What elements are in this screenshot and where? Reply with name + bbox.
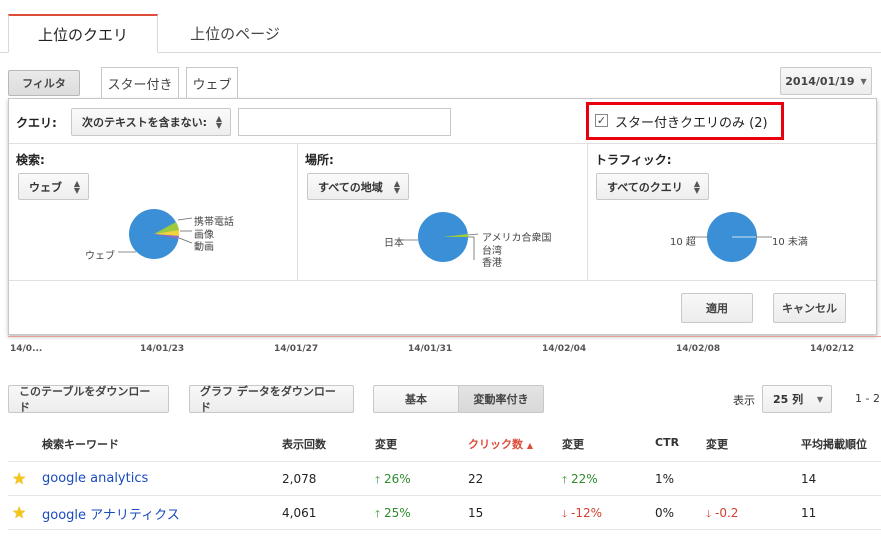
- imp-change-value: 26%: [384, 472, 411, 486]
- search-type-value: ウェブ: [29, 180, 62, 194]
- col-header-clicks[interactable]: クリック数 ▲: [468, 436, 533, 452]
- click-change-cell: 🡓 -12%: [562, 506, 602, 524]
- ctr-change-value: -0.2: [715, 506, 739, 520]
- arrow-down-icon: 🡓: [706, 509, 712, 520]
- query-label: クエリ:: [16, 116, 57, 130]
- view-basic-button[interactable]: 基本: [373, 385, 459, 413]
- traffic-label: トラフィック:: [595, 153, 672, 167]
- tab-top-queries[interactable]: 上位のクエリ: [8, 14, 158, 53]
- date-range-label: 2014/01/19: [785, 74, 855, 88]
- pie-label: 動画: [194, 242, 214, 253]
- imp-change-cell: 🡑 25%: [375, 506, 411, 524]
- updown-arrows-icon: ▲ ▼: [393, 178, 400, 195]
- rows-label: 表示: [733, 394, 755, 407]
- click-change-value: 22%: [571, 472, 598, 486]
- star-icon[interactable]: ★: [12, 469, 26, 488]
- position-cell: 11: [801, 506, 817, 520]
- col-header-click-change[interactable]: 変更: [562, 436, 584, 452]
- starred-only-label: スター付きクエリのみ (2): [615, 116, 768, 131]
- query-operator-select[interactable]: 次のテキストを含まない: ▲ ▼: [71, 108, 231, 136]
- divider: [9, 280, 876, 281]
- ctr-change-cell: 🡓 -0.2: [706, 506, 738, 524]
- row-divider: [8, 495, 881, 496]
- axis-tick-label: 14/02/08: [676, 344, 721, 354]
- col-header-ctr-change[interactable]: 変更: [706, 436, 728, 452]
- arrow-up-icon: 🡑: [375, 475, 381, 486]
- axis-tick-label: 14/02/12: [810, 344, 855, 354]
- pie-label: 10 未満: [772, 237, 808, 248]
- col-header-impressions[interactable]: 表示回数: [282, 436, 326, 452]
- row-divider: [8, 529, 881, 530]
- query-operator-value: 次のテキストを含まない:: [82, 116, 208, 129]
- download-table-button[interactable]: このテーブルをダウンロード: [8, 385, 169, 414]
- impressions-cell: 4,061: [282, 506, 317, 520]
- location-label: 場所:: [305, 153, 334, 167]
- download-graph-button[interactable]: グラフ データをダウンロード: [189, 385, 354, 414]
- updown-arrows-icon: ▲ ▼: [73, 178, 80, 195]
- subtab-starred[interactable]: スター付き: [101, 67, 179, 99]
- traffic-value: すべてのクエリ: [607, 180, 683, 194]
- filter-button[interactable]: フィルタ: [8, 70, 80, 96]
- search-type-pie: [118, 209, 193, 259]
- col-header-ctr[interactable]: CTR: [655, 436, 679, 449]
- pie-label: ウェブ: [85, 251, 115, 262]
- star-icon[interactable]: ★: [12, 503, 26, 522]
- arrow-down-icon: 🡓: [562, 509, 568, 520]
- col-header-position[interactable]: 平均掲載順位: [801, 436, 867, 452]
- divider: [9, 143, 876, 144]
- rows-per-page-select[interactable]: 25 列 ▼: [762, 385, 832, 413]
- column-divider: [587, 144, 588, 280]
- axis-tick-label: 14/02/04: [542, 344, 587, 354]
- position-cell: 14: [801, 472, 817, 486]
- clicks-cell: 22: [468, 472, 484, 486]
- pie-label: 香港: [482, 258, 502, 269]
- subtab-web[interactable]: ウェブ: [186, 67, 238, 99]
- keyword-link[interactable]: google analytics: [42, 471, 148, 486]
- clicks-cell: 15: [468, 506, 484, 520]
- axis-tick-label: 14/01/23: [140, 344, 185, 354]
- ctr-cell: 0%: [655, 506, 675, 520]
- pagination-label: 1 - 2: [855, 392, 880, 405]
- col-header-clicks-label: クリック数: [468, 438, 523, 451]
- col-header-keyword[interactable]: 検索キーワード: [42, 436, 119, 452]
- pie-label: 10 超: [670, 237, 696, 248]
- updown-arrows-icon: ▲ ▼: [693, 178, 700, 195]
- imp-change-value: 25%: [384, 506, 411, 520]
- chevron-down-icon: ▼: [816, 394, 823, 404]
- starred-only-checkbox[interactable]: ✓: [595, 114, 608, 127]
- view-change-button[interactable]: 変動率付き: [458, 385, 544, 413]
- query-text-input[interactable]: [238, 108, 451, 136]
- cancel-button[interactable]: キャンセル: [773, 293, 846, 323]
- location-value: すべての地域: [318, 180, 383, 194]
- chart-axis-line: [8, 336, 881, 337]
- col-header-imp-change[interactable]: 変更: [375, 436, 397, 452]
- rows-per-page-value: 25 列: [773, 393, 804, 406]
- keyword-link[interactable]: google アナリティクス: [42, 504, 180, 523]
- updown-arrows-icon: ▲ ▼: [215, 114, 222, 130]
- arrow-up-icon: 🡑: [375, 509, 381, 520]
- click-change-cell: 🡑 22%: [562, 472, 598, 490]
- arrow-up-icon: 🡑: [562, 475, 568, 486]
- date-range-button[interactable]: 2014/01/19 ▼: [780, 67, 872, 95]
- column-divider: [297, 144, 298, 280]
- ctr-cell: 1%: [655, 472, 675, 486]
- impressions-cell: 2,078: [282, 472, 317, 486]
- search-type-label: 検索:: [16, 153, 45, 167]
- search-type-select[interactable]: ウェブ ▲ ▼: [18, 173, 89, 200]
- chevron-down-icon: ▼: [860, 76, 867, 86]
- apply-button[interactable]: 適用: [681, 293, 753, 323]
- click-change-value: -12%: [571, 506, 603, 520]
- row-divider: [8, 461, 881, 462]
- axis-tick-label: 14/0...: [10, 344, 43, 354]
- axis-tick-label: 14/01/27: [274, 344, 319, 354]
- sort-up-icon: ▲: [526, 441, 533, 450]
- tab-top-pages[interactable]: 上位のページ: [160, 14, 310, 53]
- axis-tick-label: 14/01/31: [408, 344, 453, 354]
- location-select[interactable]: すべての地域 ▲ ▼: [307, 173, 409, 200]
- traffic-select[interactable]: すべてのクエリ ▲ ▼: [596, 173, 709, 200]
- pie-label: 日本: [384, 238, 404, 249]
- imp-change-cell: 🡑 26%: [375, 472, 411, 490]
